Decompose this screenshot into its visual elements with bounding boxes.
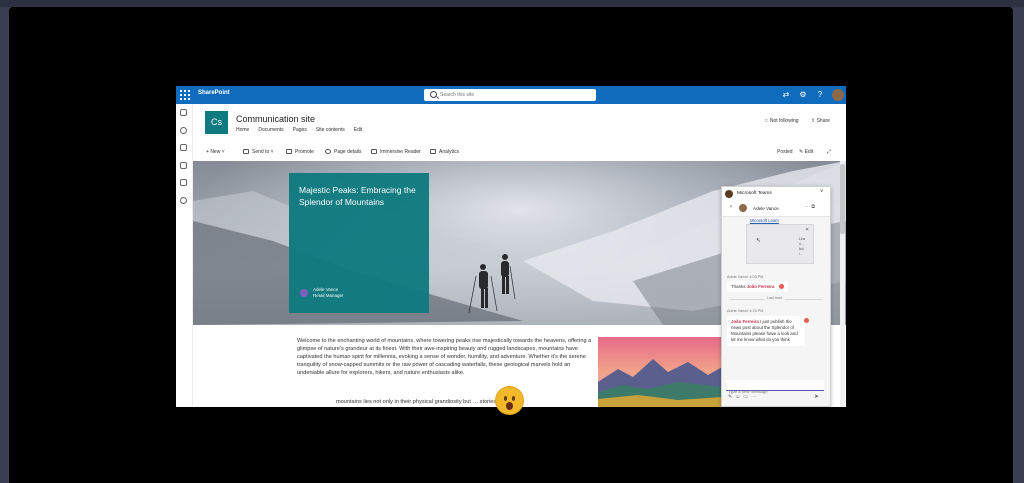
reaction-icon[interactable] bbox=[778, 284, 784, 290]
command-bar: + New ˅ Send to ˅ Promote Page details I… bbox=[192, 146, 846, 159]
send-label: Send to bbox=[252, 149, 270, 155]
nav-edit[interactable]: Edit bbox=[354, 127, 363, 133]
compose-box[interactable] bbox=[726, 380, 826, 396]
reaction-icon[interactable] bbox=[804, 318, 809, 323]
globe-icon[interactable] bbox=[180, 127, 187, 134]
analytics-icon bbox=[430, 149, 436, 155]
nav-home[interactable]: Home bbox=[236, 127, 249, 133]
article-paragraph: Welcome to the enchanting world of mount… bbox=[297, 338, 592, 376]
sharepoint-window: SharePoint ⇄ ⚙ ? Cs Communication site H… bbox=[176, 86, 846, 407]
back-icon[interactable]: ‹ bbox=[730, 204, 732, 210]
send-icon[interactable]: ➤ bbox=[814, 393, 819, 400]
teams-logo-icon bbox=[725, 190, 733, 198]
emoji-mouth bbox=[506, 402, 513, 410]
search-icon bbox=[430, 91, 437, 98]
site-navigation: Home Documents Pages Site contents Edit bbox=[236, 127, 362, 133]
teams-header: Microsoft Teams ˅ bbox=[722, 187, 830, 202]
emoji-eye bbox=[512, 396, 515, 401]
posted-status: Posted bbox=[777, 149, 793, 155]
scrollbar-thumb[interactable] bbox=[840, 164, 845, 234]
news-icon[interactable] bbox=[180, 144, 187, 151]
preview-text: Lea n... bui l... bbox=[799, 237, 805, 256]
immersive-reader-button[interactable]: Immersive Reader bbox=[371, 149, 421, 155]
send-to-button[interactable]: Send to ˅ bbox=[243, 149, 274, 155]
avatar[interactable] bbox=[832, 89, 844, 101]
landscape-image bbox=[598, 337, 722, 407]
author-role: Retail Manager bbox=[313, 293, 344, 298]
promote-label: Promote bbox=[295, 149, 314, 155]
lists-icon[interactable] bbox=[180, 179, 187, 186]
follow-label: Not following bbox=[769, 118, 799, 124]
search-input[interactable] bbox=[440, 90, 590, 100]
waffle-icon[interactable] bbox=[180, 90, 190, 100]
analytics-button[interactable]: Analytics bbox=[430, 149, 459, 155]
page-details-label: Page details bbox=[334, 149, 362, 155]
immersive-reader-label: Immersive Reader bbox=[380, 149, 421, 155]
cursor-icon: ↖ bbox=[756, 238, 762, 244]
close-icon[interactable]: ✕ bbox=[805, 227, 809, 233]
expand-icon[interactable]: ⤢ bbox=[827, 149, 831, 155]
app-name[interactable]: SharePoint bbox=[198, 90, 230, 96]
chevron-down-icon[interactable]: ˅ bbox=[820, 189, 824, 195]
search-box[interactable] bbox=[424, 89, 596, 101]
nav-site-contents[interactable]: Site contents bbox=[316, 127, 345, 133]
home-icon[interactable] bbox=[180, 109, 187, 116]
compose-toolbar[interactable]: ✎☺▭⋯ bbox=[728, 394, 759, 400]
nav-documents[interactable]: Documents bbox=[258, 127, 283, 133]
author-avatar bbox=[300, 289, 308, 297]
link-preview-card[interactable]: ✕ ↖ Lea n... bui l... bbox=[746, 224, 814, 264]
add-icon[interactable] bbox=[180, 197, 187, 204]
new-label: New bbox=[210, 149, 221, 155]
mention[interactable]: João Ferreira bbox=[747, 284, 775, 289]
chat-message[interactable]: João Ferreira I just publish the news po… bbox=[727, 316, 805, 346]
chat-header: ‹ Adele Vance ··· ⧉ bbox=[722, 201, 830, 217]
page-details-button[interactable]: Page details bbox=[325, 149, 362, 155]
settings-icon[interactable]: ⚙ bbox=[798, 89, 808, 101]
emoji-eye bbox=[504, 396, 507, 401]
help-icon[interactable]: ? bbox=[815, 89, 825, 101]
send-icon bbox=[243, 149, 249, 155]
shared-link[interactable]: Microsoft Learn bbox=[750, 218, 779, 223]
reader-icon bbox=[371, 149, 377, 155]
site-title[interactable]: Communication site bbox=[236, 114, 315, 124]
promote-icon bbox=[286, 149, 292, 155]
suite-bar: SharePoint ⇄ ⚙ ? bbox=[176, 86, 846, 104]
hero-title: Majestic Peaks: Embracing the Splendor o… bbox=[299, 185, 416, 207]
nav-pages[interactable]: Pages bbox=[293, 127, 307, 133]
message-meta: Adele Vance 4:05 PM bbox=[727, 275, 764, 279]
gear-icon bbox=[325, 149, 331, 155]
share-button[interactable]: ⇪ Share bbox=[811, 118, 830, 124]
chat-avatar bbox=[739, 204, 747, 212]
share-label: Share bbox=[816, 118, 830, 124]
promote-button[interactable]: Promote bbox=[286, 149, 314, 155]
last-read-label: Last read bbox=[764, 296, 785, 300]
teams-chat-panel: Microsoft Teams ˅ ‹ Adele Vance ··· ⧉ Mi… bbox=[721, 186, 831, 407]
mention[interactable]: João Ferreira bbox=[731, 319, 759, 324]
chat-name[interactable]: Adele Vance bbox=[753, 206, 779, 211]
more-options-icon[interactable]: ··· ⧉ bbox=[805, 204, 815, 210]
surprised-emoji-reaction bbox=[496, 387, 523, 414]
analytics-label: Analytics bbox=[439, 149, 460, 155]
hero-title-card[interactable]: Majestic Peaks: Embracing the Splendor o… bbox=[289, 173, 429, 313]
article-paragraph-continued: mountains lies not only in their physica… bbox=[336, 399, 517, 405]
sync-icon[interactable]: ⇄ bbox=[781, 89, 791, 101]
site-logo[interactable]: Cs bbox=[205, 111, 228, 134]
chat-message[interactable]: Thanks João Ferreira bbox=[727, 281, 788, 293]
follow-button[interactable]: ☆ Not following bbox=[764, 118, 799, 124]
screen-top-bar bbox=[0, 0, 1024, 7]
edit-button[interactable]: ✎ Edit bbox=[799, 149, 813, 155]
teams-title: Microsoft Teams bbox=[737, 191, 772, 196]
new-button[interactable]: + New ˅ bbox=[206, 149, 225, 155]
message-text: Thanks bbox=[731, 284, 746, 289]
file-icon[interactable] bbox=[180, 162, 187, 169]
app-rail bbox=[176, 104, 193, 407]
edit-label: Edit bbox=[804, 149, 814, 155]
message-meta: Adele Vance 4:15 PM bbox=[727, 309, 764, 313]
author-byline[interactable]: Adele Vance Retail Manager bbox=[313, 287, 344, 299]
